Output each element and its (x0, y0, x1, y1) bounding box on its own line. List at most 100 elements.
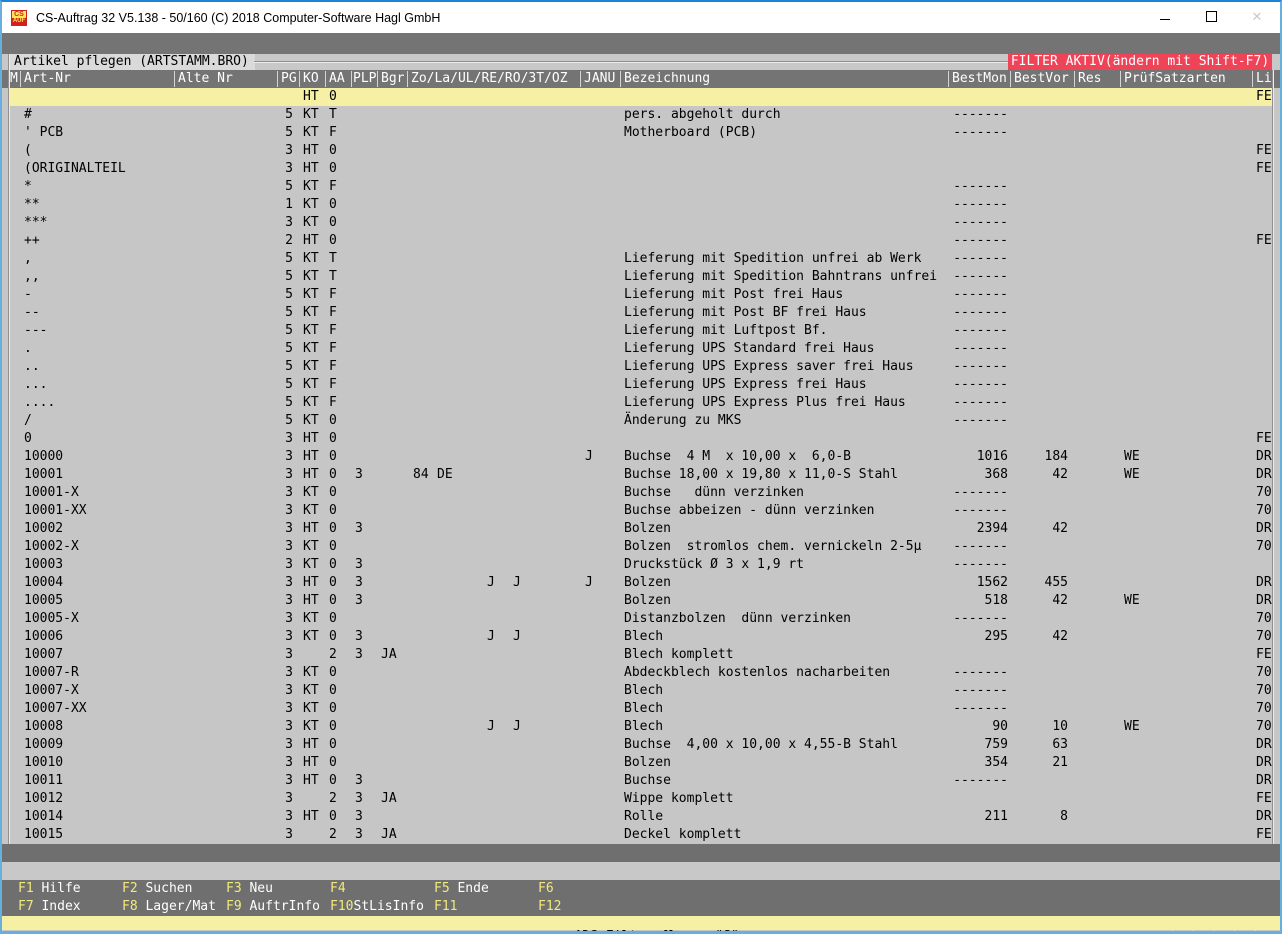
table-row[interactable]: 10001-X3KT0Buchse dünn verzinken-------7… (2, 484, 1280, 502)
cell-bv: 42 (1008, 520, 1068, 538)
table-row[interactable]: 03HT0FE (2, 430, 1280, 448)
table-row[interactable]: 10001-XX3KT0Buchse abbeizen - dünn verzi… (2, 502, 1280, 520)
fkey-item-f9[interactable]: F9 AuftrInfo (226, 898, 320, 916)
cell-bez: Deckel komplett (624, 826, 944, 844)
cell-bez: pers. abgeholt durch (624, 106, 944, 124)
cell-bm: ------- (944, 268, 1008, 286)
table-row[interactable]: 100013HT0384DEBuchse 18,00 x 19,80 x 11,… (2, 466, 1280, 484)
table-row[interactable]: #5KTTpers. abgeholt durch------- (2, 106, 1280, 124)
table-row[interactable]: /5KT0Änderung zu MKS------- (2, 412, 1280, 430)
table-row[interactable]: 100053HT03Bolzen51842WEDR (2, 592, 1280, 610)
cell-pg: 3 (277, 736, 293, 754)
cell-aa: 0 (329, 466, 341, 484)
column-header-bgr: Bgr (381, 70, 404, 88)
table-row[interactable]: ---5KTFLieferung mit Luftpost Bf.------- (2, 322, 1280, 340)
table-row[interactable]: ++2HT0-------FE (2, 232, 1280, 250)
cell-ko: HT (303, 142, 323, 160)
cell-pg: 3 (277, 214, 293, 232)
table-row[interactable]: **1KT0------- (2, 196, 1280, 214)
table-row[interactable]: 100003HT0JBuchse 4 M x 10,00 x 6,0-B1016… (2, 448, 1280, 466)
cell-bez: Lieferung UPS Express saver frei Haus (624, 358, 944, 376)
table-row[interactable]: ...5KTFLieferung UPS Express frei Haus--… (2, 376, 1280, 394)
table-row[interactable]: 100023HT03Bolzen239442DR (2, 520, 1280, 538)
fkey-label: AuftrInfo (242, 899, 320, 914)
fkey-item-f10[interactable]: F10StLisInfo (330, 898, 424, 916)
fkey-item-f4[interactable]: F4 (330, 880, 346, 898)
cell-bm: 211 (944, 808, 1008, 826)
table-row[interactable]: 10002-X3KT0Bolzen stromlos chem. vernick… (2, 538, 1280, 556)
column-header-zo: Zo/La/UL/RE/RO/3T/OZ (411, 70, 568, 88)
table-row[interactable]: (3HT0FE (2, 142, 1280, 160)
cell-aa: F (329, 178, 341, 196)
fkey-key: F5 (434, 881, 450, 896)
fkey-item-f6[interactable]: F6 (538, 880, 554, 898)
cell-li: 70 (1256, 484, 1274, 502)
table-row[interactable]: 10007-XX3KT0Blech-------70 (2, 700, 1280, 718)
table-row[interactable]: 100143HT03Rolle2118DR (2, 808, 1280, 826)
table-row[interactable]: ***3KT0------- (2, 214, 1280, 232)
table-row[interactable]: 100083KT0JJBlech9010WE70 (2, 718, 1280, 736)
table-row[interactable]: 10007-R3KT0Abdeckblech kostenlos nacharb… (2, 664, 1280, 682)
cell-art: 10005-X (24, 610, 174, 628)
fkey-item-f3[interactable]: F3 Neu (226, 880, 273, 898)
close-button[interactable]: ✕ (1234, 2, 1280, 31)
table-row[interactable]: ....5KTFLieferung UPS Express Plus frei … (2, 394, 1280, 412)
fkey-item-f5[interactable]: F5 Ende (434, 880, 489, 898)
table-row[interactable]: 100043HT03JJJBolzen1562455DR (2, 574, 1280, 592)
table-row[interactable]: ,,5KTTLieferung mit Spedition Bahntrans … (2, 268, 1280, 286)
frame-line-left-hl (9, 54, 10, 882)
cell-plp: 3 (355, 646, 367, 664)
cell-bm: ------- (944, 394, 1008, 412)
fkey-item-f8[interactable]: F8 Lager/Mat (122, 898, 216, 916)
cell-pg: 5 (277, 412, 293, 430)
table-row[interactable]: ' PCB5KTFMotherboard (PCB)------- (2, 124, 1280, 142)
cell-ko: HT (303, 466, 323, 484)
cell-aa: T (329, 106, 341, 124)
cell-art: 10000 (24, 448, 174, 466)
cell-pruef: WE (1124, 718, 1250, 736)
table-row[interactable]: 100113HT03Buchse-------DR (2, 772, 1280, 790)
table-row[interactable]: *5KTF------- (2, 178, 1280, 196)
cell-art: ,, (24, 268, 174, 286)
table-row[interactable]: 10015323JADeckel komplettFE (2, 826, 1280, 844)
cell-li: FE (1256, 826, 1274, 844)
app-icon: CS AUF (11, 10, 27, 26)
cell-ko: KT (303, 124, 323, 142)
fkey-key: F2 (122, 881, 138, 896)
table-row[interactable]: 10005-X3KT0Distanzbolzen dünn verzinken-… (2, 610, 1280, 628)
table-row[interactable]: --5KTFLieferung mit Post BF frei Haus---… (2, 304, 1280, 322)
cell-plp: 3 (355, 574, 367, 592)
table-row[interactable]: 10007323JABlech komplettFE (2, 646, 1280, 664)
cell-li: 70 (1256, 628, 1274, 646)
minimize-button[interactable] (1142, 2, 1188, 31)
fkey-item-f12[interactable]: F12 (538, 898, 561, 916)
maximize-button[interactable] (1188, 2, 1234, 31)
table-row[interactable]: 100103HT0Bolzen35421DR (2, 754, 1280, 772)
cell-art: 10003 (24, 556, 174, 574)
table-row[interactable]: 10007-X3KT0Blech-------70 (2, 682, 1280, 700)
cell-bm: ------- (944, 340, 1008, 358)
column-separator (20, 71, 21, 87)
cell-la: DE (437, 466, 457, 484)
cell-ko: KT (303, 484, 323, 502)
table-row[interactable]: 10012323JAWippe komplettFE (2, 790, 1280, 808)
table-row[interactable]: 100093HT0Buchse 4,00 x 10,00 x 4,55-B St… (2, 736, 1280, 754)
fkey-item-f1[interactable]: F1 Hilfe (18, 880, 81, 898)
fkey-item-f2[interactable]: F2 Suchen (122, 880, 192, 898)
table-row[interactable]: ,5KTTLieferung mit Spedition unfrei ab W… (2, 250, 1280, 268)
table-row[interactable]: HT0FE (2, 88, 1280, 106)
cell-bez: Buchse 4 M x 10,00 x 6,0-B (624, 448, 944, 466)
table-row[interactable]: -5KTFLieferung mit Post frei Haus------- (2, 286, 1280, 304)
fkey-item-f11[interactable]: F11 (434, 898, 457, 916)
cell-pg: 5 (277, 394, 293, 412)
table-row[interactable]: (ORIGINALTEIL3HT0FE (2, 160, 1280, 178)
cell-plp: 3 (355, 556, 367, 574)
column-header-janu: JANU (584, 70, 615, 88)
table-row[interactable]: 100063KT03JJBlech2954270 (2, 628, 1280, 646)
table-row[interactable]: ..5KTFLieferung UPS Express saver frei H… (2, 358, 1280, 376)
fkey-item-f7[interactable]: F7 Index (18, 898, 81, 916)
table-row[interactable]: 100033KT03Druckstück Ø 3 x 1,9 rt------- (2, 556, 1280, 574)
cell-art: 10002-X (24, 538, 174, 556)
cell-ko: KT (303, 628, 323, 646)
table-row[interactable]: .5KTFLieferung UPS Standard frei Haus---… (2, 340, 1280, 358)
